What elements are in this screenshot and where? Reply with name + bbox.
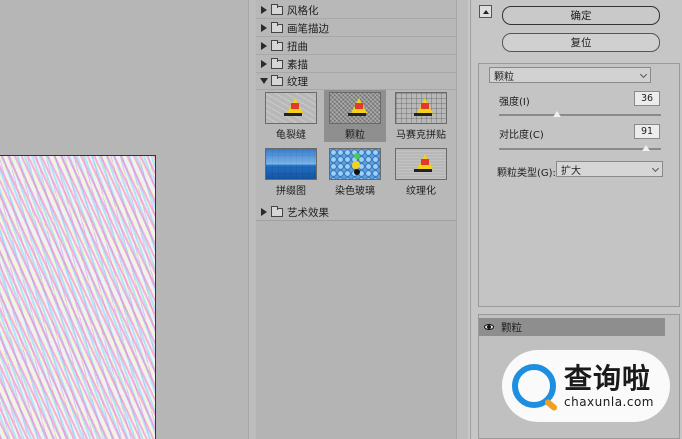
folder-icon	[271, 39, 283, 51]
filter-label: 染色玻璃	[335, 186, 375, 197]
category-sketch[interactable]: 素描	[256, 56, 456, 73]
folder-icon	[271, 205, 283, 217]
patchwork-thumbnail	[265, 148, 317, 180]
effect-layer-row[interactable]: 颗粒	[479, 318, 665, 336]
category-artistic[interactable]: 艺术效果	[256, 204, 456, 221]
contrast-slider-handle[interactable]	[642, 145, 651, 151]
expand-arrow-icon	[261, 24, 267, 32]
collapse-up-icon	[482, 9, 489, 14]
folder-open-icon	[271, 74, 283, 86]
category-label: 艺术效果	[287, 206, 329, 219]
expand-arrow-icon	[261, 6, 267, 14]
preview-area[interactable]	[0, 0, 250, 439]
filter-craquelure[interactable]: 龟裂缝	[260, 90, 322, 142]
filter-select[interactable]: 颗粒	[489, 67, 651, 83]
grain-type-label: 颗粒类型(G):	[497, 168, 556, 179]
effect-layer-label: 颗粒	[501, 321, 522, 334]
filter-stained-glass[interactable]: 染色玻璃	[324, 146, 386, 198]
expand-arrow-icon	[261, 208, 267, 216]
filter-label: 颗粒	[345, 130, 365, 141]
category-label: 素描	[287, 58, 308, 71]
contrast-input[interactable]: 91	[634, 124, 660, 139]
filter-select-value: 颗粒	[494, 71, 514, 83]
grain-type-select[interactable]: 扩大	[556, 161, 663, 177]
preview-scrollbar[interactable]	[248, 0, 256, 439]
grain-boat-thumbnail	[329, 92, 381, 124]
filter-gallery: 风格化 画笔描边 扭曲 素描 纹理 龟裂缝 颗粒 马赛克拼贴 拼缀图 染色玻璃 …	[256, 0, 468, 439]
filter-patchwork[interactable]: 拼缀图	[260, 146, 322, 198]
filter-label: 拼缀图	[276, 186, 306, 197]
intensity-label: 强度(I)	[499, 97, 530, 108]
collapse-arrow-icon	[260, 78, 268, 84]
gallery-empty-area	[256, 220, 456, 439]
filter-label: 龟裂缝	[276, 130, 306, 141]
contrast-label: 对比度(C)	[499, 130, 544, 141]
watermark-url: chaxunla.com	[564, 395, 654, 409]
texturizer-boat-thumbnail	[395, 148, 447, 180]
category-label: 扭曲	[287, 40, 308, 53]
category-label: 纹理	[287, 75, 308, 88]
grain-type-value: 扩大	[561, 165, 581, 177]
category-distort[interactable]: 扭曲	[256, 38, 456, 55]
category-stylize[interactable]: 风格化	[256, 2, 456, 19]
folder-icon	[271, 57, 283, 69]
filter-label: 马赛克拼贴	[396, 130, 446, 141]
watermark-logo: 查询啦 chaxunla.com	[502, 350, 670, 422]
filter-texturizer[interactable]: 纹理化	[390, 146, 452, 198]
visibility-eye-icon[interactable]	[484, 324, 494, 330]
filter-parameters: 颗粒 强度(I) 36 对比度(C) 91 颗粒类型(G): 扩大	[478, 63, 680, 307]
contrast-slider-track[interactable]	[499, 148, 661, 150]
magnifier-q-icon	[512, 364, 556, 408]
collapse-gallery-button[interactable]	[479, 5, 492, 18]
intensity-slider-handle[interactable]	[553, 111, 562, 117]
cracked-boat-thumbnail	[265, 92, 317, 124]
folder-icon	[271, 3, 283, 15]
reset-button[interactable]: 复位	[502, 33, 660, 52]
filter-mosaic-tiles[interactable]: 马赛克拼贴	[390, 90, 452, 142]
expand-arrow-icon	[261, 42, 267, 50]
watermark-text: 查询啦	[564, 362, 652, 395]
chevron-down-icon	[651, 164, 660, 173]
category-label: 画笔描边	[287, 22, 329, 35]
folder-icon	[271, 21, 283, 33]
category-texture[interactable]: 纹理	[256, 73, 456, 90]
expand-arrow-icon	[261, 60, 267, 68]
category-label: 风格化	[287, 4, 319, 17]
category-brush-strokes[interactable]: 画笔描边	[256, 20, 456, 37]
filter-label: 纹理化	[406, 186, 436, 197]
filter-grain[interactable]: 颗粒	[324, 90, 386, 142]
preview-image	[0, 155, 156, 439]
intensity-slider-track[interactable]	[499, 114, 661, 116]
chevron-down-icon	[639, 70, 648, 79]
stained-glass-thumbnail	[329, 148, 381, 180]
mosaic-boat-thumbnail	[395, 92, 447, 124]
gallery-scrollbar[interactable]	[456, 0, 468, 439]
ok-button[interactable]: 确定	[502, 6, 660, 25]
intensity-input[interactable]: 36	[634, 91, 660, 106]
